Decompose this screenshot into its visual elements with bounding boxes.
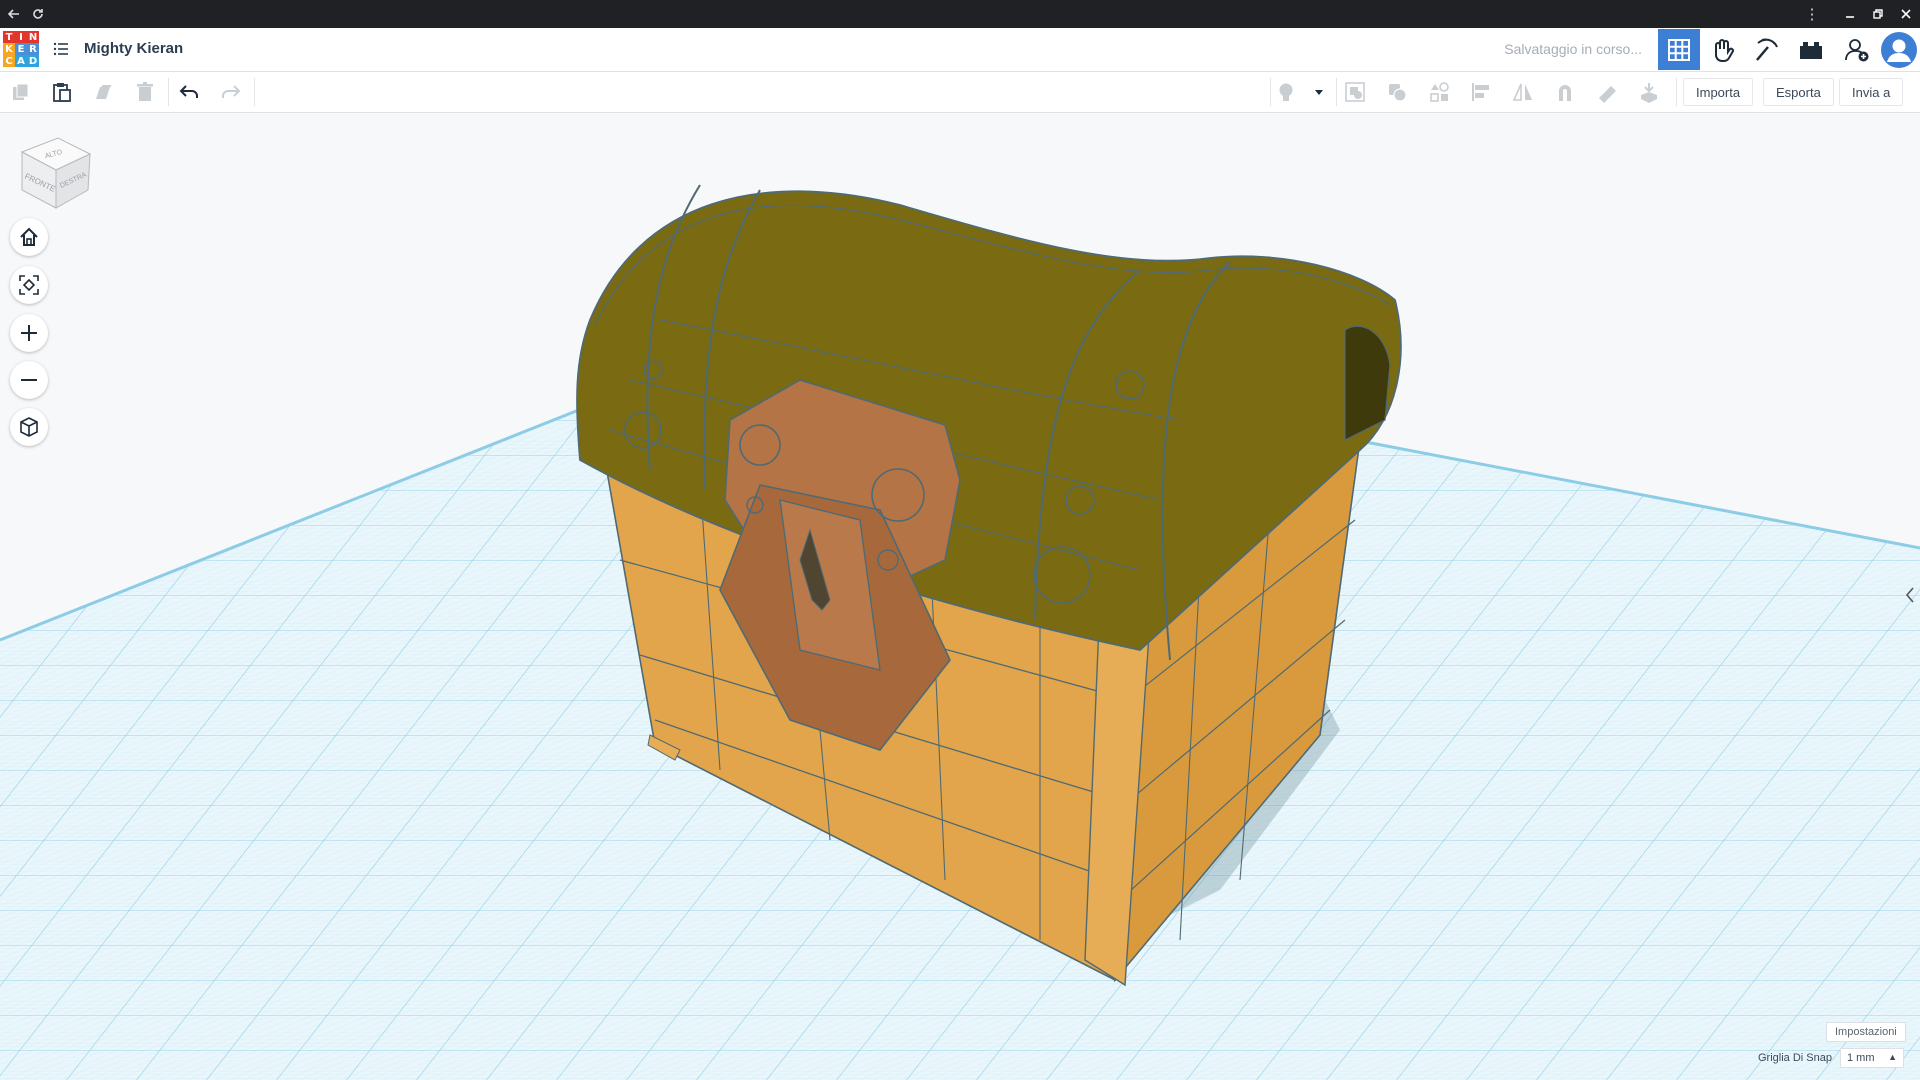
send-to-button[interactable]: Invia a (1839, 78, 1904, 106)
undo-icon (179, 85, 198, 98)
plus-icon (21, 325, 37, 341)
align-button[interactable] (1466, 77, 1496, 107)
chevron-left-icon (1905, 587, 1914, 603)
caret-down-icon (1315, 90, 1323, 95)
undo-button[interactable] (174, 77, 204, 107)
snap-grid-value: 1 mm (1847, 1052, 1875, 1064)
mirror-button[interactable] (1508, 77, 1538, 107)
invite-user-button[interactable] (1836, 29, 1878, 70)
zoom-in-button[interactable] (10, 314, 48, 352)
user-avatar[interactable] (1878, 29, 1920, 70)
minimize-icon[interactable] (1840, 4, 1860, 24)
toolbar-separator (1676, 78, 1677, 106)
lightbulb-icon (1279, 83, 1293, 101)
toolbar-separator (1336, 78, 1337, 106)
logo-letter: E (15, 43, 27, 55)
shapes-icon (1430, 82, 1449, 102)
hole-solid-button[interactable] (1424, 77, 1454, 107)
close-icon[interactable] (1896, 4, 1916, 24)
cruise-button[interactable] (1550, 77, 1580, 107)
redo-button[interactable] (216, 77, 246, 107)
ruler-icon (1599, 86, 1616, 103)
restore-icon[interactable] (1868, 4, 1888, 24)
workplane-canvas[interactable] (0, 113, 1920, 1080)
shapes-panel-toggle[interactable] (1900, 575, 1920, 615)
more-options-icon[interactable]: ⋮ (1802, 4, 1822, 24)
snap-grid-label: Griglia Di Snap (1758, 1052, 1832, 1064)
fit-view-button[interactable] (10, 266, 48, 304)
magnet-icon (1559, 85, 1571, 101)
pickaxe-icon (1756, 38, 1778, 61)
snap-grid-select[interactable]: 1 mm ▲ (1840, 1048, 1904, 1068)
zoom-out-button[interactable] (10, 361, 48, 399)
logo-letter: D (27, 55, 39, 67)
app-header: TINKERCAD Mighty Kieran Salvataggio in c… (0, 28, 1920, 72)
bricks-button[interactable] (1790, 29, 1832, 70)
ungroup-icon (1389, 84, 1407, 102)
reload-icon[interactable] (28, 4, 48, 24)
trash-icon (137, 82, 153, 101)
duplicate-icon (96, 85, 111, 99)
fit-icon (19, 275, 39, 295)
import-button[interactable]: Importa (1683, 78, 1754, 106)
ruler-button[interactable] (1592, 77, 1622, 107)
caret-up-icon: ▲ (1888, 1052, 1897, 1062)
cube-icon (20, 417, 38, 437)
codeblocks-button[interactable] (1702, 29, 1744, 70)
duplicate-button[interactable] (88, 77, 118, 107)
clipboard-icon (53, 83, 71, 102)
copy-icon (13, 83, 29, 100)
logo-letter: R (27, 43, 39, 55)
group-button[interactable] (1340, 77, 1370, 107)
logo-letter: A (15, 55, 27, 67)
settings-button[interactable]: Impostazioni (1826, 1022, 1906, 1042)
home-view-button[interactable] (10, 218, 48, 256)
grid-icon (1668, 38, 1690, 61)
view-cube[interactable]: ALTO FRONTE DESTRA (18, 130, 94, 210)
toolbar-separator (168, 78, 169, 106)
logo-letter: I (15, 31, 27, 43)
ungroup-button[interactable] (1382, 77, 1412, 107)
mirror-icon (1512, 83, 1532, 101)
group-icon (1345, 82, 1365, 102)
hand-icon (1715, 38, 1734, 62)
brick-icon (1800, 41, 1822, 59)
copy-button[interactable] (6, 77, 36, 107)
align-icon (1472, 83, 1489, 101)
logo-letter: K (3, 43, 15, 55)
delete-button[interactable] (130, 77, 160, 107)
save-status: Salvataggio in corso... (1504, 41, 1642, 57)
logo-letter: T (3, 31, 15, 43)
logo-letter: C (3, 55, 15, 67)
home-icon (20, 227, 38, 246)
avatar-icon (1881, 31, 1917, 68)
browser-title-bar: ⋮ (0, 0, 1920, 28)
drop-icon (1641, 83, 1657, 103)
design-list-icon[interactable] (52, 40, 70, 58)
redo-icon (222, 85, 241, 98)
tinkercad-logo[interactable]: TINKERCAD (3, 31, 39, 67)
edit-toolbar: Importa Esporta Invia a (0, 72, 1920, 113)
notes-button[interactable] (1271, 77, 1301, 107)
minus-icon (21, 379, 37, 381)
minecraft-button[interactable] (1746, 29, 1788, 70)
projection-toggle-button[interactable] (10, 408, 48, 446)
drop-button[interactable] (1634, 77, 1664, 107)
3d-design-view-button[interactable] (1658, 29, 1700, 70)
paste-button[interactable] (47, 77, 77, 107)
logo-letter: N (27, 31, 39, 43)
back-icon[interactable] (4, 4, 24, 24)
toolbar-separator (254, 78, 255, 106)
project-title[interactable]: Mighty Kieran (84, 40, 183, 57)
export-button[interactable]: Esporta (1763, 78, 1834, 106)
add-user-icon (1845, 38, 1869, 61)
notes-dropdown[interactable] (1305, 77, 1333, 107)
